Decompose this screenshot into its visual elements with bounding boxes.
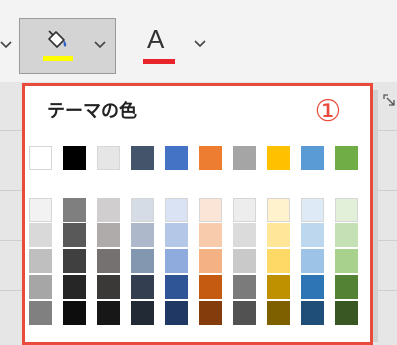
theme-shade-swatch[interactable]: [301, 275, 324, 299]
theme-shade-swatch[interactable]: [335, 249, 358, 273]
theme-shade-swatch[interactable]: [131, 223, 154, 247]
theme-shade-swatch[interactable]: [131, 249, 154, 273]
ribbon-toolbar: A: [0, 0, 397, 82]
theme-shade-swatch[interactable]: [63, 249, 86, 273]
theme-shade-swatch[interactable]: [267, 223, 290, 247]
theme-shade-swatch[interactable]: [63, 223, 86, 247]
theme-shade-swatch[interactable]: [131, 301, 154, 325]
theme-shade-swatch[interactable]: [301, 223, 324, 247]
font-color-button[interactable]: A: [141, 24, 181, 70]
theme-shade-swatch[interactable]: [267, 249, 290, 273]
theme-color-swatch[interactable]: [301, 146, 324, 170]
theme-shade-swatch[interactable]: [165, 198, 188, 222]
theme-shade-swatch[interactable]: [97, 275, 120, 299]
theme-color-swatch[interactable]: [165, 146, 188, 170]
theme-color-swatch[interactable]: [233, 146, 256, 170]
theme-shade-swatch[interactable]: [233, 223, 256, 247]
font-color-letter: A: [147, 24, 165, 54]
theme-shade-swatch[interactable]: [29, 223, 52, 247]
theme-shade-swatch[interactable]: [199, 223, 222, 247]
theme-color-swatch[interactable]: [63, 146, 86, 170]
theme-color-swatch[interactable]: [131, 146, 154, 170]
annotation-marker: ①: [314, 94, 342, 129]
theme-shade-swatch[interactable]: [131, 275, 154, 299]
theme-shade-swatch[interactable]: [131, 198, 154, 222]
font-color-indicator: [143, 59, 175, 64]
theme-shade-swatch[interactable]: [29, 301, 52, 325]
theme-shade-swatch[interactable]: [335, 198, 358, 222]
theme-shade-swatch[interactable]: [29, 275, 52, 299]
chevron-down-icon[interactable]: [0, 38, 14, 52]
theme-shade-swatch[interactable]: [233, 249, 256, 273]
theme-shade-swatch[interactable]: [301, 301, 324, 325]
chevron-down-icon[interactable]: [193, 38, 207, 50]
theme-shade-swatch[interactable]: [97, 249, 120, 273]
theme-color-swatch[interactable]: [29, 146, 52, 170]
theme-shade-swatch[interactable]: [63, 301, 86, 325]
theme-color-swatch[interactable]: [199, 146, 222, 170]
theme-shade-swatch[interactable]: [301, 198, 324, 222]
paint-bucket-icon: [48, 30, 67, 48]
theme-shade-swatch[interactable]: [199, 249, 222, 273]
theme-shade-swatch[interactable]: [29, 249, 52, 273]
theme-shade-swatch[interactable]: [165, 249, 188, 273]
chevron-down-icon[interactable]: [93, 39, 107, 51]
theme-shade-swatch[interactable]: [301, 249, 324, 273]
theme-colors-heading: テーマの色: [47, 101, 137, 122]
theme-shade-swatch[interactable]: [335, 275, 358, 299]
fill-color-indicator: [43, 56, 73, 61]
theme-shade-swatch[interactable]: [63, 198, 86, 222]
theme-shade-swatch[interactable]: [165, 223, 188, 247]
theme-shade-swatch[interactable]: [233, 301, 256, 325]
theme-shade-swatch[interactable]: [233, 198, 256, 222]
theme-shade-swatch[interactable]: [335, 301, 358, 325]
theme-shade-swatch[interactable]: [97, 223, 120, 247]
theme-shade-swatch[interactable]: [267, 301, 290, 325]
theme-shade-swatch[interactable]: [199, 275, 222, 299]
theme-shade-swatch[interactable]: [335, 223, 358, 247]
theme-color-swatch[interactable]: [97, 146, 120, 170]
theme-shade-swatch[interactable]: [199, 198, 222, 222]
theme-color-swatch[interactable]: [267, 146, 290, 170]
theme-shade-swatch[interactable]: [199, 301, 222, 325]
theme-shade-swatch[interactable]: [267, 198, 290, 222]
dialog-launcher-icon[interactable]: [383, 94, 397, 108]
theme-shade-swatch[interactable]: [165, 301, 188, 325]
theme-shade-swatch[interactable]: [267, 275, 290, 299]
fill-color-button[interactable]: [19, 18, 116, 74]
theme-shade-swatch[interactable]: [97, 198, 120, 222]
theme-shade-swatch[interactable]: [63, 275, 86, 299]
theme-shade-swatch[interactable]: [97, 301, 120, 325]
theme-color-swatch[interactable]: [335, 146, 358, 170]
theme-shade-swatch[interactable]: [233, 275, 256, 299]
theme-shade-swatch[interactable]: [165, 275, 188, 299]
theme-shade-swatch[interactable]: [29, 198, 52, 222]
